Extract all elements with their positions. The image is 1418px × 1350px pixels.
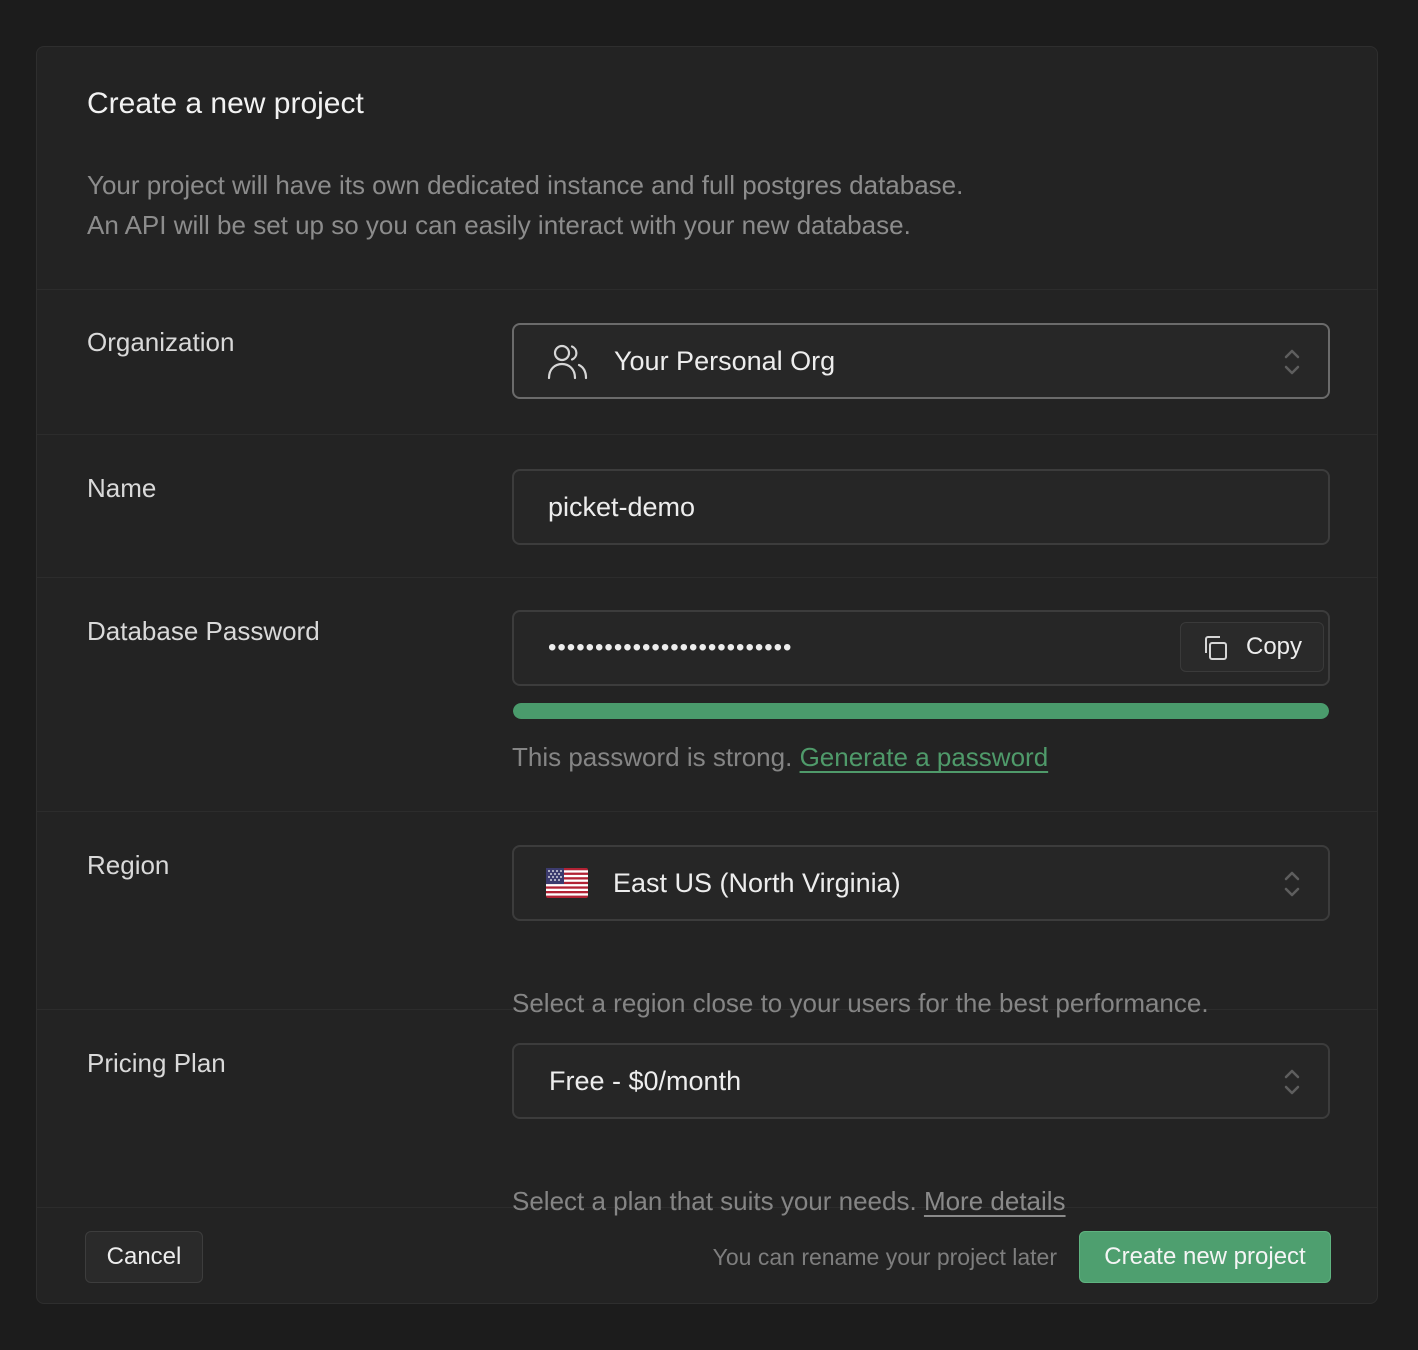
copy-icon bbox=[1205, 636, 1227, 660]
chevron-updown-icon bbox=[1284, 871, 1300, 897]
create-project-dialog: Create a new project Your project will h… bbox=[36, 46, 1378, 1304]
pricing-plan-select[interactable]: Free - $0/month bbox=[512, 1043, 1330, 1119]
cancel-button[interactable]: Cancel bbox=[85, 1231, 203, 1283]
copy-label: Copy bbox=[1246, 633, 1303, 660]
password-value: •••••••••••••••••••••••••• bbox=[548, 634, 793, 661]
project-name-input[interactable]: picket-demo bbox=[512, 469, 1330, 545]
chevron-updown-icon bbox=[1284, 1069, 1300, 1095]
description-line-1: Your project will have its own dedicated… bbox=[87, 170, 964, 200]
us-flag-icon bbox=[546, 868, 588, 903]
dialog-description: Your project will have its own dedicated… bbox=[87, 165, 963, 245]
create-project-button[interactable]: Create new project bbox=[1079, 1231, 1331, 1283]
region-value: East US (North Virginia) bbox=[613, 868, 901, 898]
project-name-value: picket-demo bbox=[548, 492, 696, 522]
pricing-row: Pricing Plan Free - $0/month Select a pl… bbox=[37, 1010, 1377, 1216]
pricing-label: Pricing Plan bbox=[87, 1048, 226, 1078]
chevron-updown-icon bbox=[1284, 349, 1300, 375]
users-icon bbox=[546, 343, 590, 386]
name-row: Name picket-demo bbox=[37, 435, 1377, 578]
organization-value: Your Personal Org bbox=[614, 346, 836, 376]
dialog-title: Create a new project bbox=[87, 87, 364, 120]
organization-row: Organization Your Personal Org bbox=[37, 289, 1377, 435]
password-help: This password is strong. Generate a pass… bbox=[512, 742, 1048, 773]
pricing-value: Free - $0/month bbox=[549, 1066, 742, 1096]
name-label: Name bbox=[87, 473, 157, 503]
password-label: Database Password bbox=[87, 616, 320, 646]
region-row: Region East US (North Virginia) Select a… bbox=[37, 812, 1377, 1018]
password-strength-bar bbox=[513, 703, 1329, 719]
dialog-header: Create a new project Your project will h… bbox=[37, 47, 1377, 290]
password-strength-text: This password is strong. bbox=[512, 742, 793, 772]
password-input[interactable]: •••••••••••••••••••••••••• Copy bbox=[512, 610, 1330, 686]
dialog-footer: Cancel You can rename your project later… bbox=[37, 1207, 1377, 1303]
copy-button[interactable]: Copy bbox=[1180, 622, 1324, 672]
rename-note: You can rename your project later bbox=[712, 1244, 1057, 1270]
organization-select[interactable]: Your Personal Org bbox=[512, 323, 1330, 399]
password-strength-fill bbox=[513, 703, 1329, 719]
description-line-2: An API will be set up so you can easily … bbox=[87, 210, 911, 240]
password-row: Database Password ••••••••••••••••••••••… bbox=[37, 578, 1377, 812]
region-label: Region bbox=[87, 850, 170, 880]
generate-password-link[interactable]: Generate a password bbox=[800, 742, 1049, 772]
region-select[interactable]: East US (North Virginia) bbox=[512, 845, 1330, 921]
organization-label: Organization bbox=[87, 327, 235, 357]
